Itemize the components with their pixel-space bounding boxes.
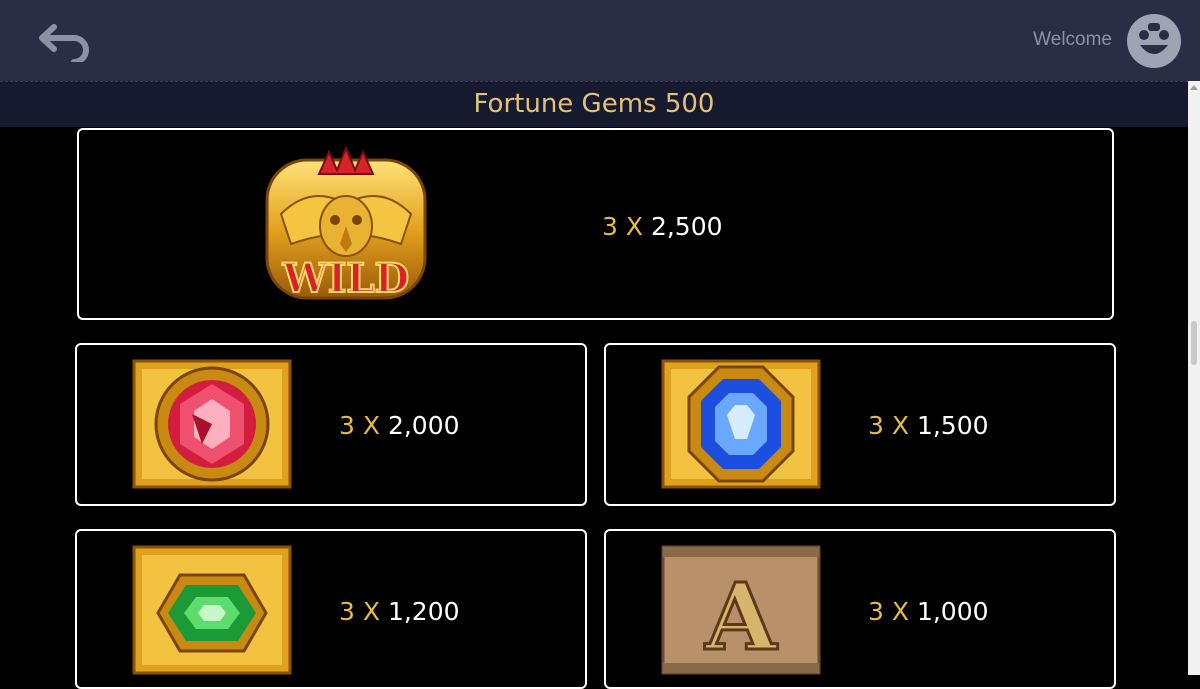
multiplier-text: 3 X (868, 597, 909, 626)
letter-a-symbol-text: A (704, 563, 778, 671)
payout-text: 3 X 1,000 (868, 597, 989, 626)
top-bar: Welcome (0, 0, 1200, 81)
payout-amount: 1,500 (916, 411, 989, 440)
payout-amount: 2,000 (387, 411, 460, 440)
wild-symbol-text: WILD (282, 255, 409, 302)
title-bar: Fortune Gems 500 (0, 81, 1188, 127)
payout-amount: 1,000 (916, 597, 989, 626)
paytable-card-blue-gem: 3 X 1,500 (604, 343, 1116, 506)
paytable-card-green-gem: 3 X 1,200 (75, 529, 587, 689)
paytable-card-red-gem: 3 X 2,000 (75, 343, 587, 506)
payout-text: 3 X 1,200 (339, 597, 460, 626)
paytable-card-wild: WILD 3 X 2,500 (77, 128, 1114, 320)
blue-gem-icon (661, 359, 821, 489)
welcome-text: Welcome (1033, 29, 1112, 50)
page-title: Fortune Gems 500 (473, 89, 715, 119)
multiplier-text: 3 X (602, 212, 643, 241)
multiplier-text: 3 X (868, 411, 909, 440)
payout-amount: 2,500 (650, 212, 723, 241)
green-gem-icon (132, 545, 292, 675)
multiplier-text: 3 X (339, 411, 380, 440)
multiplier-text: 3 X (339, 597, 380, 626)
payout-text: 3 X 1,500 (868, 411, 989, 440)
scrollbar[interactable] (1188, 81, 1200, 675)
payout-amount: 1,200 (387, 597, 460, 626)
scroll-up-arrow-icon[interactable] (1190, 85, 1198, 90)
payout-text: 3 X 2,000 (339, 411, 460, 440)
user-avatar-icon[interactable] (1126, 13, 1182, 69)
red-gem-icon (132, 359, 292, 489)
paytable-card-letter-a: A 3 X 1,000 (604, 529, 1116, 689)
scroll-thumb[interactable] (1191, 321, 1197, 365)
letter-a-icon: A (661, 545, 821, 675)
back-arrow-icon[interactable] (36, 22, 92, 62)
payout-text: 3 X 2,500 (602, 212, 723, 241)
wild-symbol-icon: WILD (265, 145, 427, 303)
